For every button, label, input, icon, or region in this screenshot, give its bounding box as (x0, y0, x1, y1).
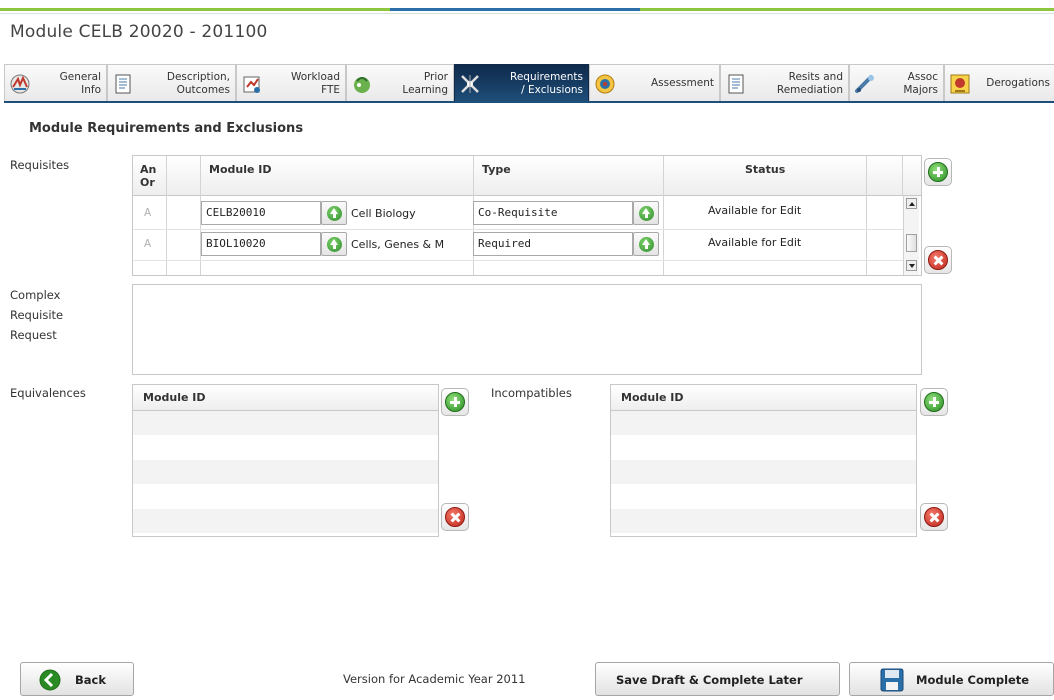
add-requisite-button[interactable] (924, 158, 952, 186)
tab-label: Assessment (651, 77, 714, 89)
section-title: Module Requirements and Exclusions (29, 121, 304, 136)
col-header-type: Type (482, 163, 511, 176)
remove-incompatible-button[interactable] (920, 503, 948, 531)
top-accent-bar (0, 0, 1054, 16)
incompatibles-grid: Module ID (610, 384, 917, 537)
tab-general-info[interactable]: General Info (4, 64, 107, 102)
assoc-majors-icon (855, 75, 874, 93)
tab-label: Derogations (986, 77, 1050, 89)
tab-assessment[interactable]: Assessment (589, 64, 720, 102)
tab-resits-remediation[interactable]: Resits and Remediation (720, 64, 849, 102)
complex-requisite-label: Complex Requisite Request (10, 288, 64, 342)
row2-status: Available for Edit (708, 236, 802, 249)
scroll-thumb[interactable] (906, 234, 917, 252)
tab-label: General Info (59, 71, 101, 96)
derogations-icon (950, 74, 970, 94)
row1-status: Available for Edit (708, 204, 802, 217)
add-icon (445, 392, 465, 412)
tab-prior-learning[interactable]: Prior Learning (346, 64, 454, 102)
scroll-up-icon[interactable] (906, 198, 917, 209)
equivalences-label: Equivalences (10, 386, 86, 400)
incompatibles-label: Incompatibles (491, 386, 572, 400)
tab-assoc-majors[interactable]: Assoc Majors (849, 64, 944, 102)
row1-module-id-field[interactable]: CELB20010 (201, 201, 321, 225)
assessment-icon (595, 74, 615, 94)
prior-learning-icon (354, 77, 370, 93)
equivalences-grid-header: Module ID (133, 385, 438, 411)
remove-icon (928, 250, 948, 270)
row1-type-field[interactable]: Co-Requisite (473, 201, 633, 225)
row2-type-field[interactable]: Required (473, 232, 633, 256)
tab-description-outcomes[interactable]: Description, Outcomes (107, 64, 236, 102)
tab-label: Description, Outcomes (166, 71, 230, 96)
incompatibles-grid-header: Module ID (611, 385, 916, 411)
requisites-label: Requisites (10, 158, 70, 172)
tab-bar: General Info Description, Outcomes Workl… (4, 64, 1054, 102)
workload-icon (243, 76, 260, 93)
row2-module-name: Cells, Genes & M (351, 238, 445, 251)
row2-module-lookup-button[interactable] (321, 232, 347, 256)
add-icon (924, 392, 944, 412)
back-button[interactable]: Back (20, 662, 134, 696)
row2-andor: A (144, 238, 152, 250)
add-incompatible-button[interactable] (920, 388, 948, 416)
document-icon (115, 74, 131, 94)
version-text: Version for Academic Year 2011 (343, 672, 526, 686)
tab-label: Requirements / Exclusions (510, 71, 583, 96)
row2-type-select-button[interactable] (633, 232, 659, 256)
remove-equivalence-button[interactable] (441, 503, 469, 531)
equivalences-grid: Module ID (132, 384, 439, 537)
tab-label: Workload FTE (290, 71, 340, 96)
col-header-andor: An Or (140, 163, 157, 189)
row1-andor: A (144, 207, 152, 219)
row1-module-name: Cell Biology (351, 207, 416, 220)
back-button-label: Back (75, 673, 106, 687)
tab-requirements-exclusions[interactable]: Requirements / Exclusions (454, 64, 589, 102)
requisites-scrollbar[interactable] (903, 196, 919, 275)
row1-type-select-button[interactable] (633, 201, 659, 225)
remove-icon (445, 507, 465, 527)
save-disk-icon (880, 668, 904, 692)
save-draft-label: Save Draft & Complete Later (616, 673, 803, 687)
tab-label: Prior Learning (402, 71, 448, 96)
requirements-icon (461, 75, 479, 93)
tab-underline (4, 101, 1054, 103)
col-header-status: Status (745, 163, 786, 176)
row2-module-id-field[interactable]: BIOL10020 (201, 232, 321, 256)
remove-icon (924, 507, 944, 527)
col-header-module-id: Module ID (621, 391, 684, 404)
remove-requisite-button[interactable] (924, 246, 952, 274)
resits-icon (728, 74, 744, 94)
tab-label: Resits and Remediation (776, 71, 843, 96)
general-info-icon (10, 74, 30, 94)
col-header-module-id: Module ID (209, 163, 272, 176)
up-arrow-icon (639, 237, 654, 252)
page-title: Module CELB 20020 - 201100 (10, 22, 268, 42)
up-arrow-icon (639, 206, 654, 221)
add-icon (928, 162, 948, 182)
complex-requisite-textarea[interactable] (132, 284, 922, 375)
back-arrow-icon (39, 669, 61, 691)
add-equivalence-button[interactable] (441, 388, 469, 416)
save-draft-button[interactable]: Save Draft & Complete Later (595, 662, 840, 696)
tab-derogations[interactable]: Derogations (944, 64, 1054, 102)
col-header-module-id: Module ID (143, 391, 206, 404)
up-arrow-icon (327, 206, 342, 221)
tab-label: Assoc Majors (903, 71, 938, 96)
row1-module-lookup-button[interactable] (321, 201, 347, 225)
requisites-grid-header: An Or Module ID Type Status (133, 156, 921, 196)
tab-workload-fte[interactable]: Workload FTE (236, 64, 346, 102)
module-complete-button[interactable]: Module Complete (849, 662, 1054, 696)
module-complete-label: Module Complete (916, 673, 1030, 687)
up-arrow-icon (327, 237, 342, 252)
requisites-grid: An Or Module ID Type Status A CELB20010 … (132, 155, 922, 276)
scroll-down-icon[interactable] (906, 260, 917, 271)
